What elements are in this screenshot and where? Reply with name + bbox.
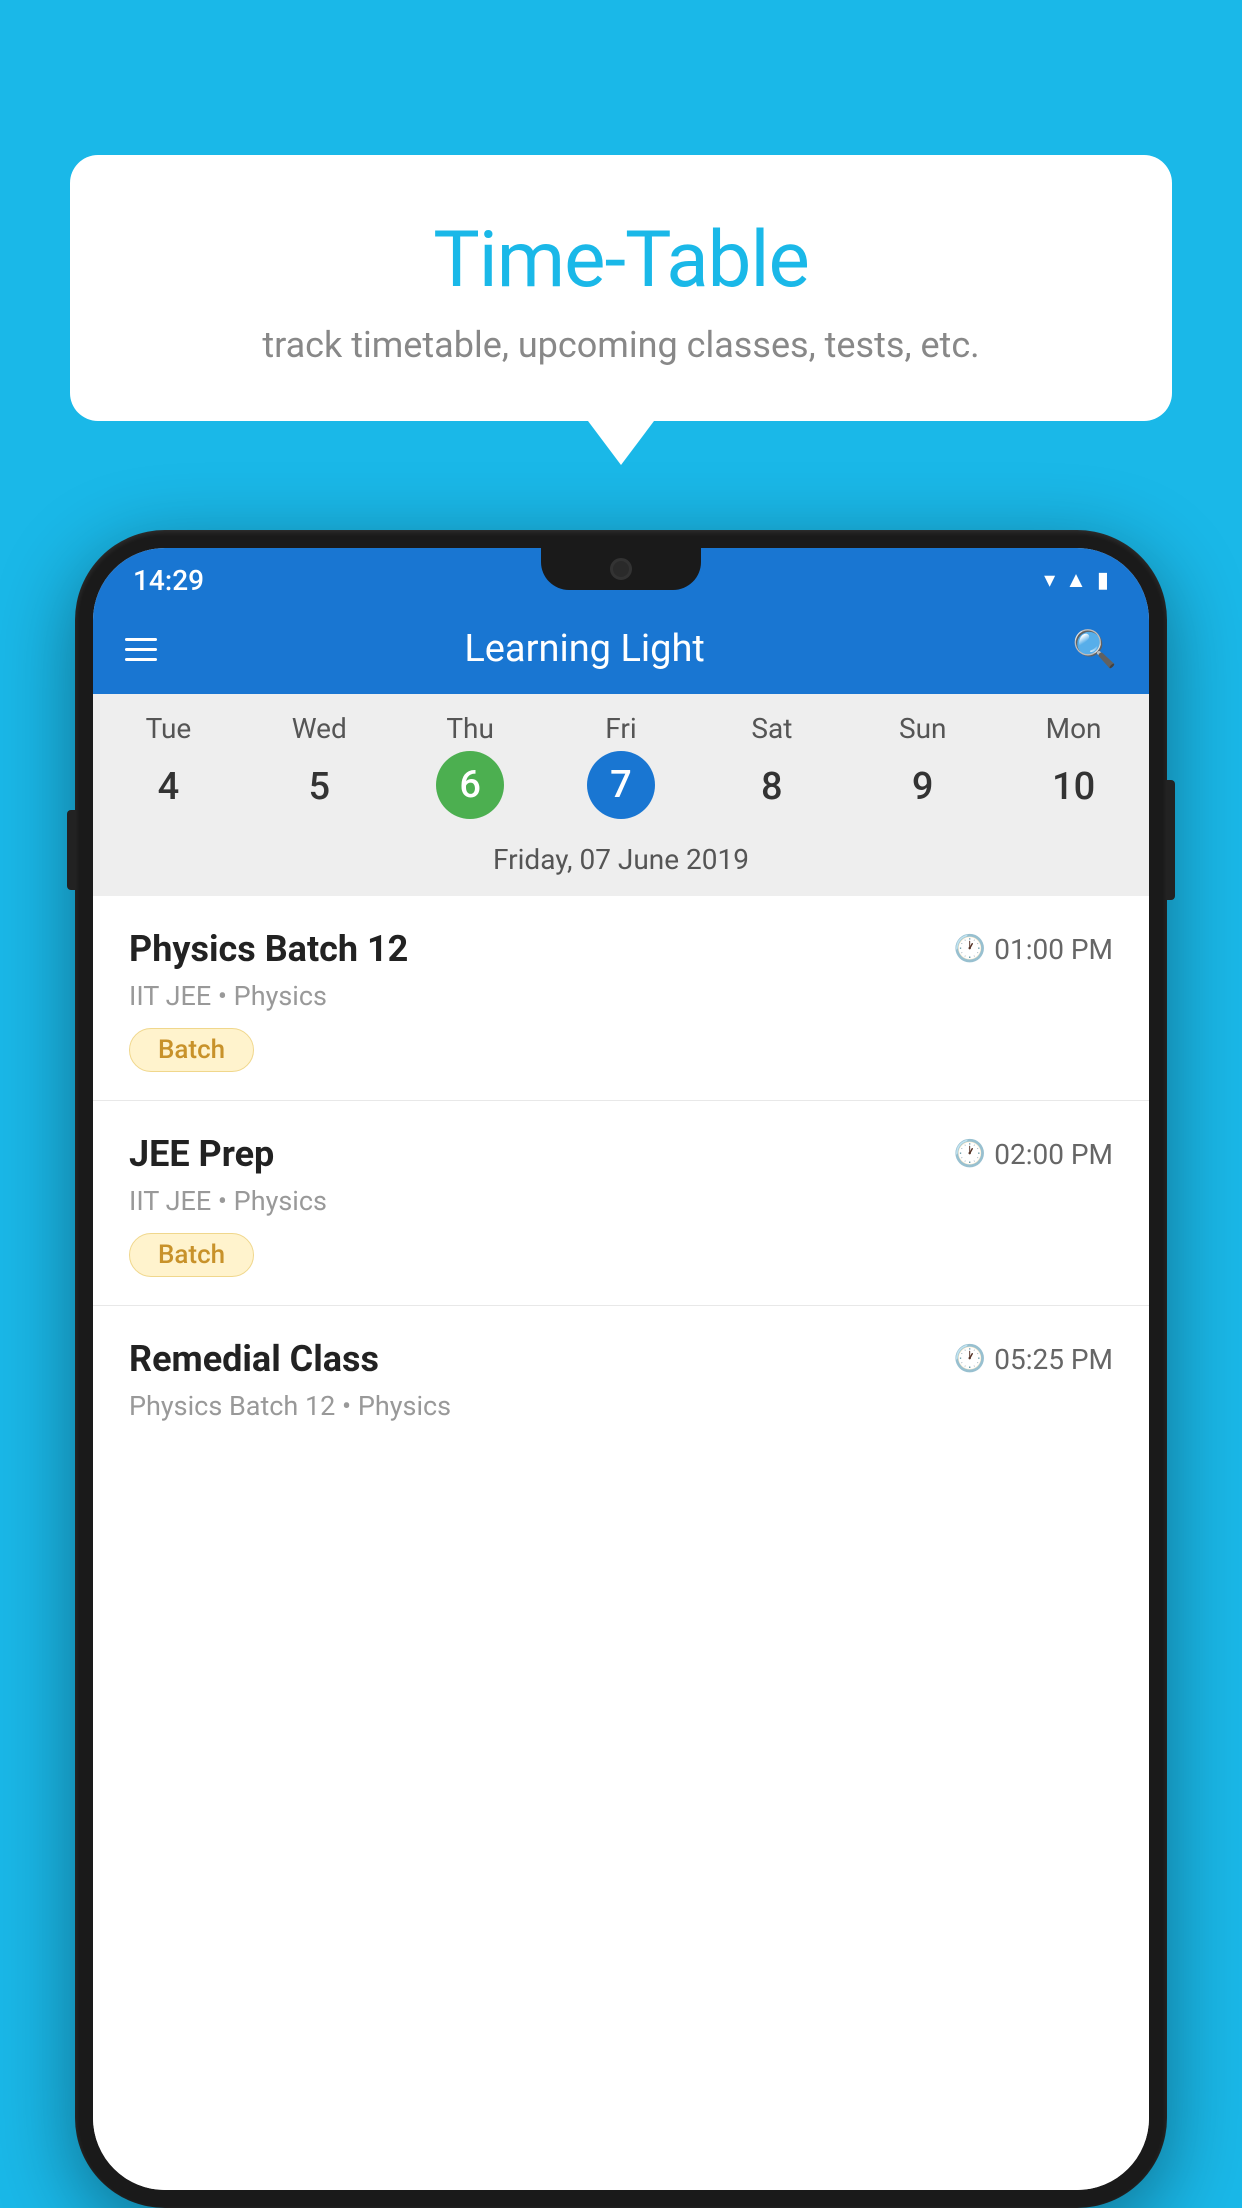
class-header-2: JEE Prep 🕐 02:00 PM bbox=[129, 1133, 1113, 1175]
clock-icon-2: 🕐 bbox=[954, 1139, 986, 1169]
class-time-1: 🕐 01:00 PM bbox=[954, 933, 1113, 966]
class-item-physics-batch-12[interactable]: Physics Batch 12 🕐 01:00 PM IIT JEE • Ph… bbox=[93, 896, 1149, 1101]
day-label-tue: Tue bbox=[93, 712, 244, 745]
phone-mockup: 14:29 ▾ ▲ ▮ Learning Light 🔍 bbox=[75, 530, 1167, 2208]
app-title: Learning Light bbox=[185, 627, 984, 671]
hamburger-menu-icon[interactable] bbox=[125, 638, 157, 661]
signal-icon: ▲ bbox=[1065, 567, 1087, 593]
day-9[interactable]: 9 bbox=[847, 751, 998, 823]
phone-camera bbox=[610, 558, 632, 580]
day-label-fri: Fri bbox=[546, 712, 697, 745]
day-label-thu: Thu bbox=[395, 712, 546, 745]
batch-badge-1: Batch bbox=[129, 1028, 254, 1072]
day-label-mon: Mon bbox=[998, 712, 1149, 745]
day-4[interactable]: 4 bbox=[93, 751, 244, 823]
class-time-2: 🕐 02:00 PM bbox=[954, 1138, 1113, 1171]
status-icons: ▾ ▲ ▮ bbox=[1044, 567, 1109, 593]
class-meta-2: IIT JEE • Physics bbox=[129, 1185, 1113, 1217]
day-6-today[interactable]: 6 bbox=[436, 751, 504, 819]
status-time: 14:29 bbox=[133, 564, 204, 597]
class-meta-3: Physics Batch 12 • Physics bbox=[129, 1390, 1113, 1422]
class-meta-1: IIT JEE • Physics bbox=[129, 980, 1113, 1012]
class-name-2: JEE Prep bbox=[129, 1133, 274, 1175]
day-labels: Tue Wed Thu Fri Sat Sun Mon bbox=[93, 712, 1149, 751]
phone-outer: 14:29 ▾ ▲ ▮ Learning Light 🔍 bbox=[75, 530, 1167, 2208]
class-time-3: 🕐 05:25 PM bbox=[954, 1343, 1113, 1376]
speech-bubble-wrapper: Time-Table track timetable, upcoming cla… bbox=[70, 155, 1172, 421]
speech-bubble: Time-Table track timetable, upcoming cla… bbox=[70, 155, 1172, 421]
phone-volume-button bbox=[67, 810, 75, 890]
class-name-1: Physics Batch 12 bbox=[129, 928, 408, 970]
day-label-sat: Sat bbox=[696, 712, 847, 745]
calendar-strip: Tue Wed Thu Fri Sat Sun Mon 4 5 6 7 8 9 … bbox=[93, 694, 1149, 896]
top-bar: Learning Light 🔍 bbox=[93, 604, 1149, 694]
day-7-selected[interactable]: 7 bbox=[587, 751, 655, 819]
page-title: Time-Table bbox=[120, 215, 1122, 306]
clock-icon-3: 🕐 bbox=[954, 1344, 986, 1374]
page-subtitle: track timetable, upcoming classes, tests… bbox=[120, 324, 1122, 366]
day-label-wed: Wed bbox=[244, 712, 395, 745]
phone-power-button bbox=[1167, 780, 1175, 900]
class-name-3: Remedial Class bbox=[129, 1338, 379, 1380]
class-header-1: Physics Batch 12 🕐 01:00 PM bbox=[129, 928, 1113, 970]
class-header-3: Remedial Class 🕐 05:25 PM bbox=[129, 1338, 1113, 1380]
day-label-sun: Sun bbox=[847, 712, 998, 745]
day-5[interactable]: 5 bbox=[244, 751, 395, 823]
selected-date-label: Friday, 07 June 2019 bbox=[93, 835, 1149, 890]
day-8[interactable]: 8 bbox=[696, 751, 847, 823]
day-numbers: 4 5 6 7 8 9 10 bbox=[93, 751, 1149, 835]
battery-icon: ▮ bbox=[1097, 568, 1109, 593]
wifi-icon: ▾ bbox=[1044, 568, 1055, 593]
search-icon[interactable]: 🔍 bbox=[1072, 628, 1117, 670]
phone-notch bbox=[541, 548, 701, 590]
class-item-remedial[interactable]: Remedial Class 🕐 05:25 PM Physics Batch … bbox=[93, 1306, 1149, 1452]
day-10[interactable]: 10 bbox=[998, 751, 1149, 823]
class-item-jee-prep[interactable]: JEE Prep 🕐 02:00 PM IIT JEE • Physics Ba… bbox=[93, 1101, 1149, 1306]
phone-screen: 14:29 ▾ ▲ ▮ Learning Light 🔍 bbox=[93, 548, 1149, 2190]
classes-list: Physics Batch 12 🕐 01:00 PM IIT JEE • Ph… bbox=[93, 896, 1149, 2190]
batch-badge-2: Batch bbox=[129, 1233, 254, 1277]
clock-icon-1: 🕐 bbox=[954, 934, 986, 964]
